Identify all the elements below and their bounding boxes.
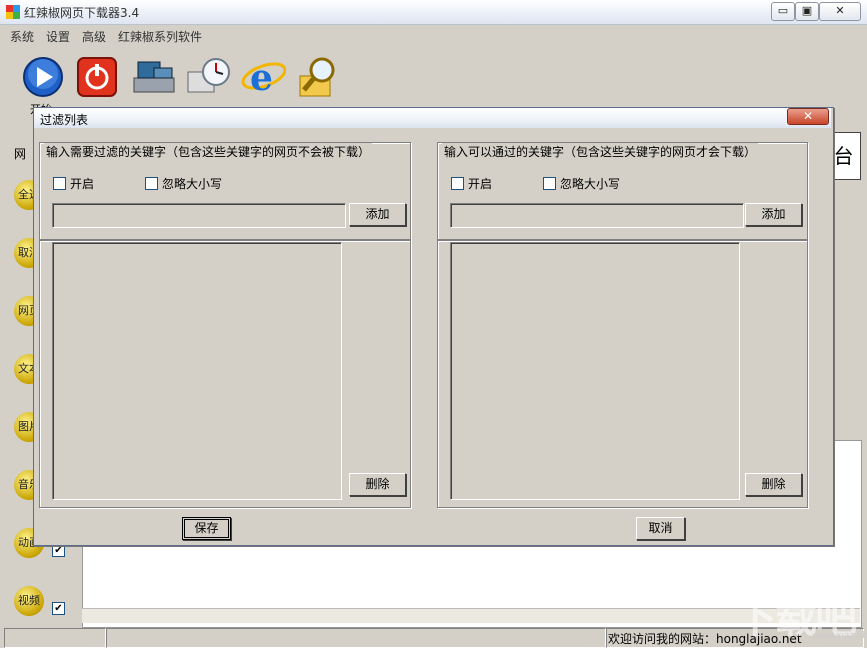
dialog-title-bar — [34, 108, 831, 128]
allow-ignore-case-label: 忽略大小写 — [560, 177, 621, 191]
block-add-button[interactable]: 添加 — [349, 203, 406, 226]
drive-icon[interactable] — [130, 56, 178, 98]
block-keyword-input[interactable] — [52, 203, 346, 228]
watermark-url: www.xiazaiba.com — [812, 631, 867, 641]
status-cell-1 — [4, 628, 106, 648]
block-keyword-list[interactable] — [52, 242, 342, 500]
menu-honglajiao-software[interactable]: 红辣椒系列软件 — [118, 28, 202, 45]
search-icon[interactable] — [296, 54, 342, 100]
save-button[interactable]: 保存 — [182, 517, 231, 540]
app-logo-icon — [6, 5, 20, 19]
dialog-title: 过滤列表 — [40, 113, 89, 127]
power-icon[interactable] — [76, 56, 118, 98]
cancel-button[interactable]: 取消 — [636, 517, 685, 540]
video-checkbox[interactable]: ✔ — [52, 602, 65, 615]
allow-ignore-case-checkbox[interactable] — [543, 177, 556, 190]
play-icon[interactable] — [22, 56, 64, 98]
window-title: 红辣椒网页下载器3.4 — [24, 6, 140, 20]
block-keywords-label: 输入需要过滤的关键字（包含这些关键字的网页不会被下载） — [44, 143, 373, 160]
status-cell-2 — [106, 628, 606, 648]
menu-advanced[interactable]: 高级 — [82, 28, 106, 45]
allow-keyword-input[interactable] — [450, 203, 744, 228]
close-window-button[interactable]: ✕ — [819, 2, 861, 21]
allow-enable-checkbox[interactable] — [451, 177, 464, 190]
allow-keyword-list[interactable] — [450, 242, 740, 500]
dialog-close-button[interactable]: ✕ — [787, 108, 829, 125]
toolbar: e — [8, 50, 867, 114]
minimize-button[interactable]: ▭ — [771, 2, 795, 21]
svg-text:e: e — [250, 57, 273, 99]
clock-icon[interactable] — [186, 56, 234, 98]
block-delete-button[interactable]: 删除 — [349, 473, 406, 496]
block-enable-checkbox[interactable] — [53, 177, 66, 190]
allow-enable-label: 开启 — [468, 177, 493, 191]
allow-add-button[interactable]: 添加 — [745, 203, 802, 226]
allow-keywords-label: 输入可以通过的关键字（包含这些关键字的网页才会下载） — [442, 143, 759, 160]
block-enable-label: 开启 — [70, 177, 95, 191]
ie-icon[interactable]: e — [240, 54, 286, 100]
menu-settings[interactable]: 设置 — [46, 28, 70, 45]
video-icon[interactable]: 视频 — [14, 586, 44, 616]
block-ignore-case-checkbox[interactable] — [145, 177, 158, 190]
allow-delete-button[interactable]: 删除 — [745, 473, 802, 496]
restore-button[interactable]: ▣ — [795, 2, 819, 21]
menu-system[interactable]: 系统 — [10, 28, 34, 45]
block-ignore-case-label: 忽略大小写 — [162, 177, 223, 191]
